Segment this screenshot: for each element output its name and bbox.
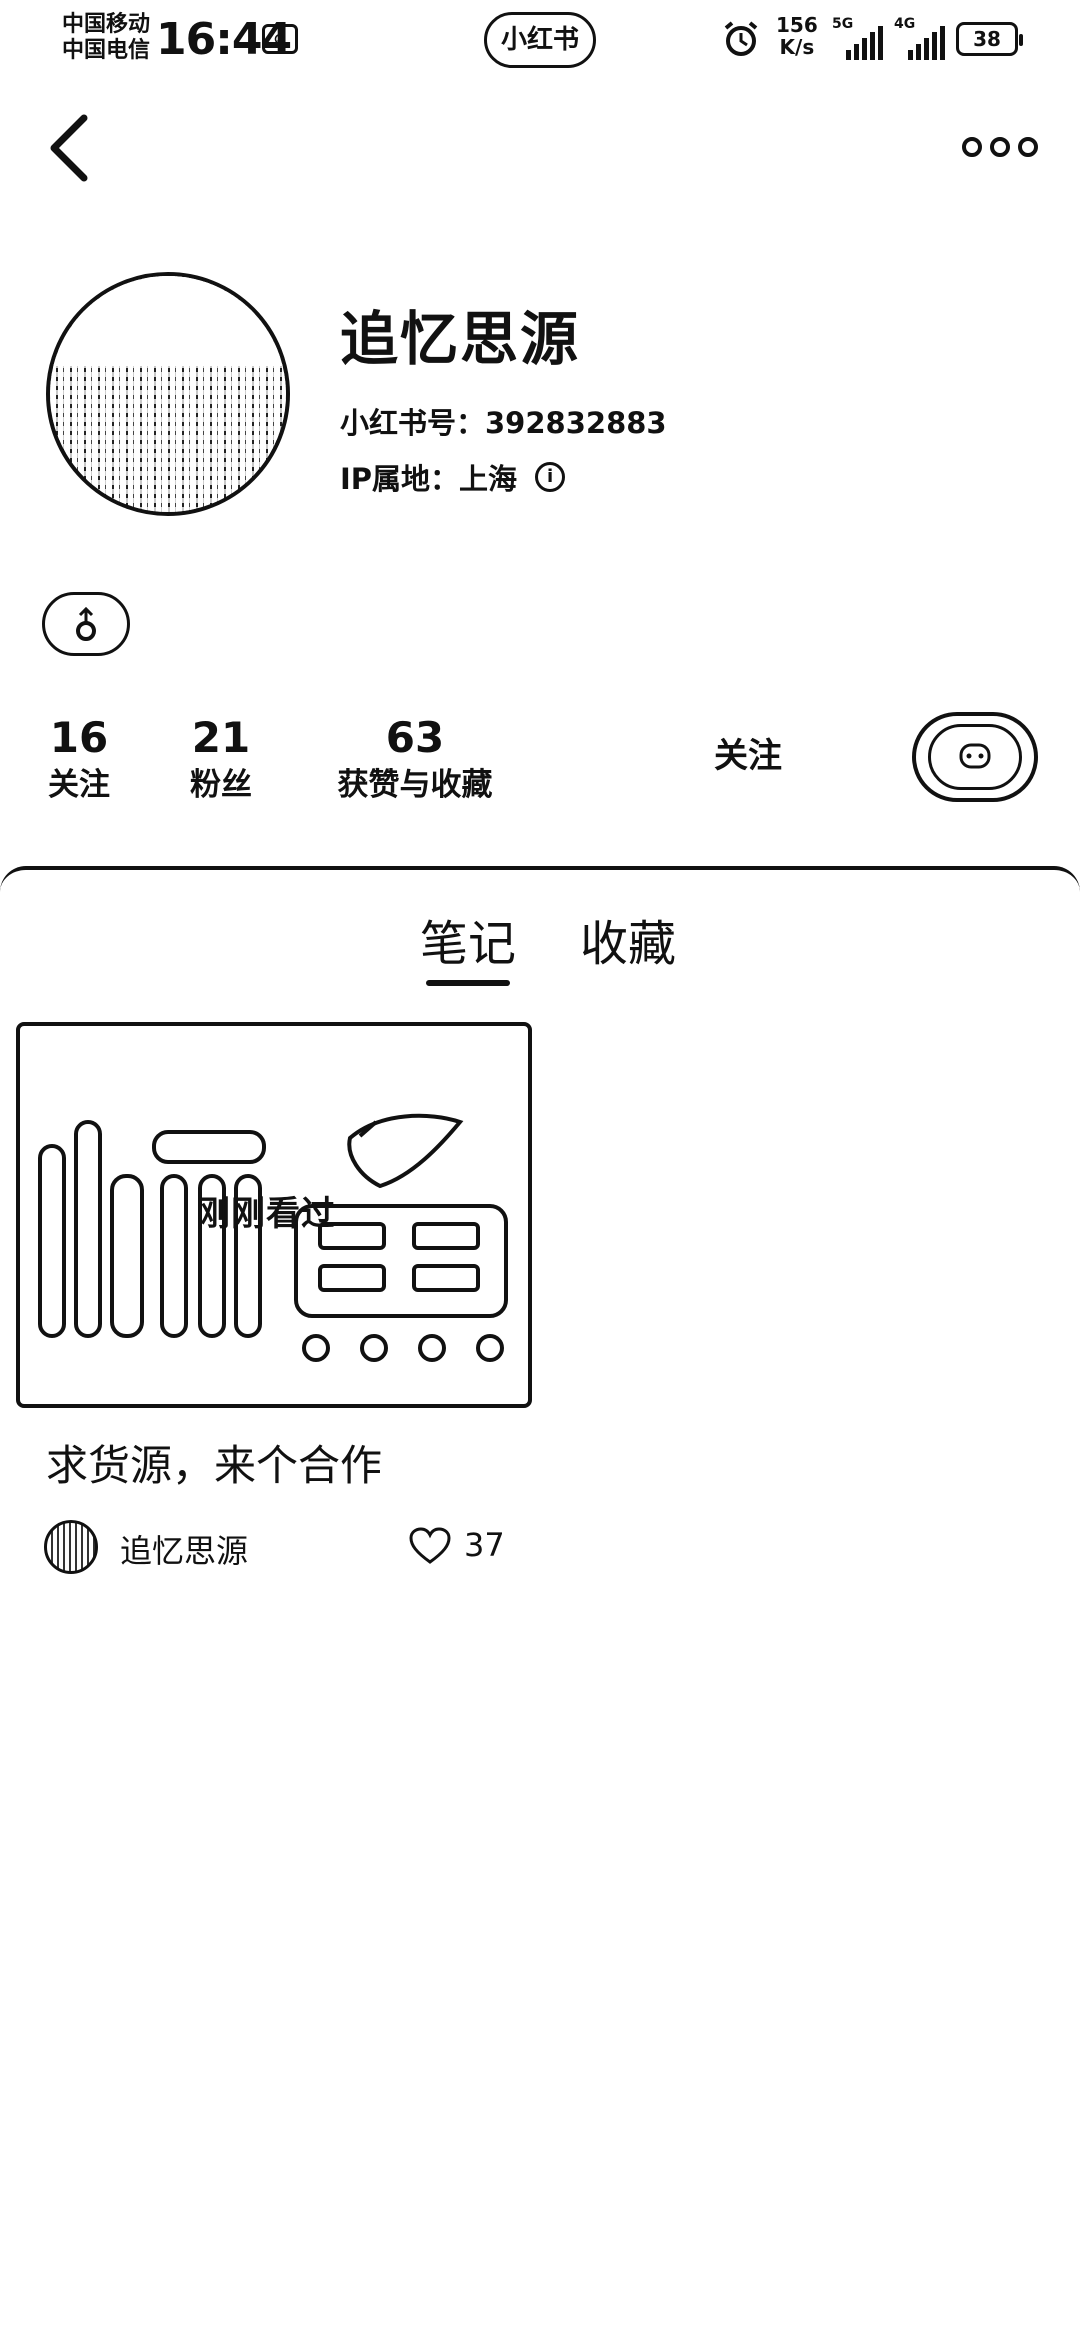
profile-avatar[interactable] (46, 272, 290, 516)
profile-nickname: 追忆思源 (340, 305, 581, 373)
chat-bubble-icon (928, 724, 1022, 790)
ip-location: IP属地：上海 (340, 462, 518, 496)
gender-icon (76, 606, 96, 641)
follow-button[interactable]: 关注 (700, 728, 796, 784)
network-speed-unit: K/s (779, 35, 815, 59)
status-bar: 中国移动 中国电信 16:44 ⊘ 小红书 156 K/s 5G 4G 38 (0, 0, 1080, 80)
gender-tag (42, 592, 130, 656)
message-button[interactable] (912, 712, 1038, 802)
ip-location-row: IP属地：上海 i (340, 456, 566, 498)
active-tab-indicator (426, 980, 510, 986)
note-author-avatar[interactable] (44, 1520, 98, 1574)
battery-icon: 38 (956, 22, 1023, 56)
carrier-2: 中国电信 (62, 38, 151, 63)
more-options-button[interactable] (960, 122, 1040, 172)
stat-following[interactable]: 16 关注 (44, 712, 114, 806)
network-speed-value: 156 (776, 13, 818, 37)
tab-notes[interactable]: 笔记 (420, 914, 516, 974)
carrier-1: 中国移动 (62, 12, 151, 37)
like-count: 37 (464, 1526, 505, 1564)
alarm-icon (724, 21, 758, 56)
stat-likes-collects[interactable]: 63 获赞与收藏 (330, 712, 500, 806)
profile-red-id: 小红书号：392832883 (340, 406, 667, 440)
tab-collections[interactable]: 收藏 (580, 914, 676, 974)
likes-count: 63 (385, 713, 445, 762)
following-label: 关注 (48, 767, 110, 803)
app-indicator-pill: 小红书 (484, 12, 596, 68)
info-icon[interactable]: i (535, 462, 566, 492)
following-count: 16 (49, 713, 109, 762)
network-speed: 156 K/s (776, 14, 818, 58)
profile-page: 中国移动 中国电信 16:44 ⊘ 小红书 156 K/s 5G 4G 38 追… (0, 0, 1080, 2340)
signal-4g-icon: 4G (894, 16, 954, 60)
likes-label: 获赞与收藏 (337, 767, 493, 803)
followers-count: 21 (191, 713, 251, 762)
carrier-labels: 中国移动 中国电信 (62, 12, 150, 64)
heart-icon[interactable] (408, 1526, 452, 1566)
note-author-name[interactable]: 追忆思源 (120, 1526, 248, 1572)
vibrate-off-icon: ⊘ (262, 24, 298, 54)
back-button[interactable] (40, 110, 100, 186)
signal-5g-icon: 5G (832, 16, 892, 60)
note-title[interactable]: 求货源，来个合作 (46, 1432, 382, 1493)
stat-followers[interactable]: 21 粉丝 (186, 712, 256, 806)
followers-label: 粉丝 (190, 767, 252, 803)
recently-viewed-badge: 刚刚看过 (196, 1194, 336, 1234)
